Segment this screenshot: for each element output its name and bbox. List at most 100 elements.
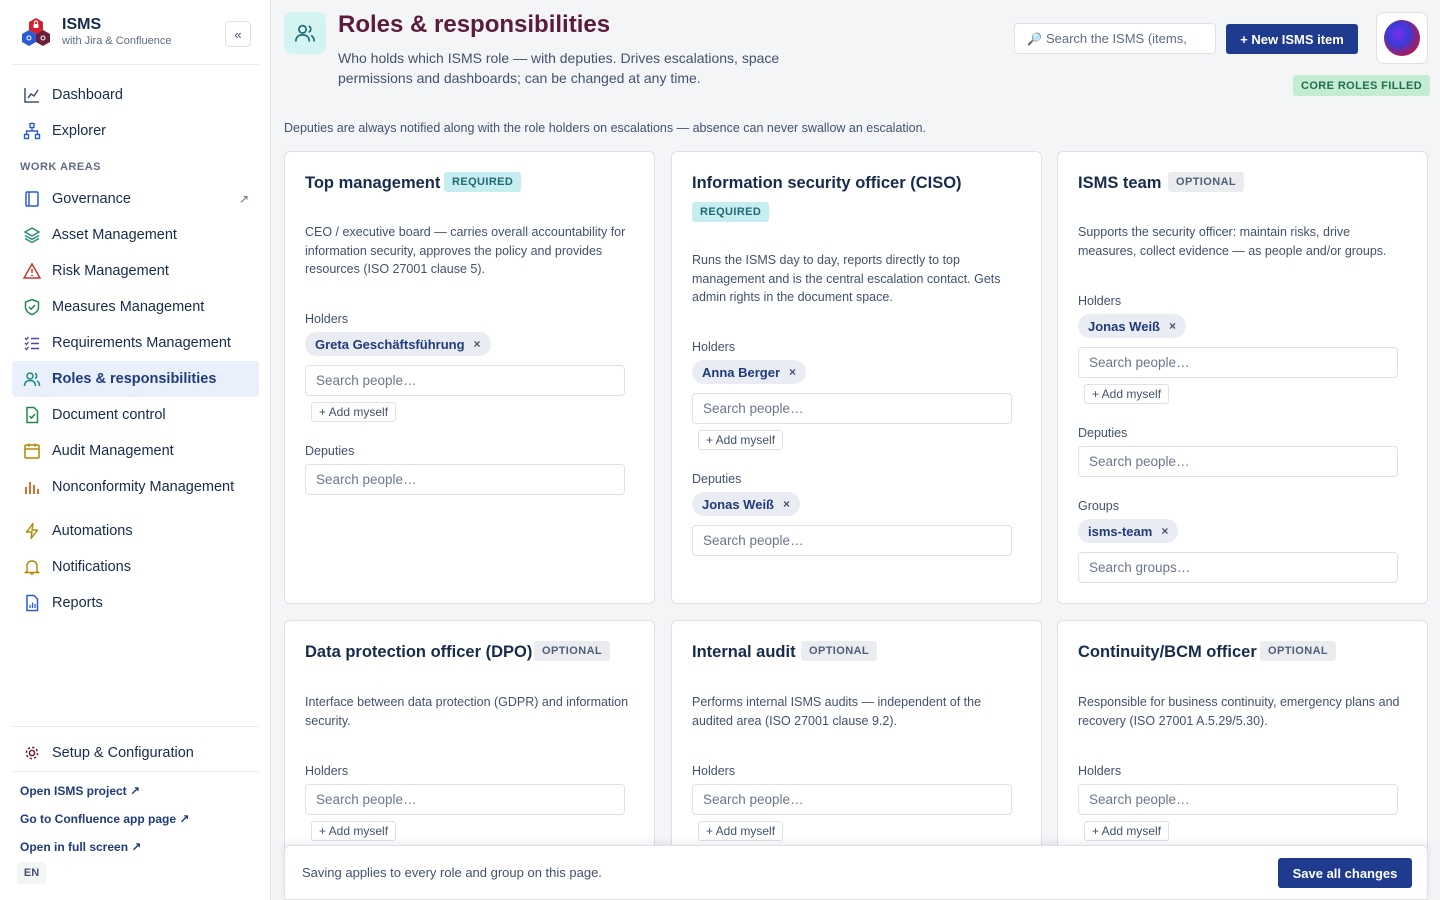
sidebar-item-governance[interactable]: Governance ↗ bbox=[12, 181, 259, 217]
brand[interactable]: ISMS with Jira & Confluence bbox=[20, 16, 171, 48]
remove-holder-button[interactable]: × bbox=[789, 365, 796, 379]
required-badge: REQUIRED bbox=[444, 172, 522, 192]
sidebar-item-label: Governance bbox=[52, 191, 131, 207]
sidebar-item-document-control[interactable]: Document control bbox=[12, 397, 259, 433]
deputies-label: Deputies bbox=[1078, 426, 1128, 440]
open-isms-project-link[interactable]: Open ISMS project ↗ bbox=[20, 784, 140, 798]
page-title: Roles & responsibilities bbox=[338, 11, 611, 38]
deputy-chip: Jonas Weiß × bbox=[692, 492, 801, 516]
search-placeholder: Search the ISMS (items, bbox=[1045, 31, 1187, 46]
role-title: Top management bbox=[305, 174, 441, 192]
role-title: Internal audit bbox=[692, 643, 796, 661]
holders-search-input[interactable]: Search people… bbox=[305, 365, 625, 396]
sidebar-item-reports[interactable]: Reports bbox=[12, 585, 259, 621]
holders-label: Holders bbox=[692, 340, 736, 354]
holder-chip: Jonas Weiß × bbox=[1078, 314, 1187, 338]
add-myself-button[interactable]: + Add myself bbox=[1084, 821, 1170, 841]
app-title: ISMS bbox=[62, 16, 102, 33]
sidebar-item-notifications[interactable]: Notifications bbox=[12, 549, 259, 585]
sidebar-item-label: Document control bbox=[52, 407, 166, 423]
deputies-search-input[interactable]: Search people… bbox=[1078, 446, 1398, 477]
users-icon bbox=[22, 369, 42, 389]
role-description: Interface between data protection (GDPR)… bbox=[305, 695, 629, 728]
holder-name: Greta Geschäftsführung bbox=[315, 336, 465, 352]
holders-search-input[interactable]: Search people… bbox=[692, 784, 1012, 815]
confluence-app-page-link[interactable]: Go to Confluence app page ↗ bbox=[20, 812, 189, 826]
holders-label: Holders bbox=[1078, 294, 1122, 308]
holder-chip: Anna Berger × bbox=[692, 360, 807, 384]
optional-badge: OPTIONAL bbox=[534, 641, 611, 661]
sidebar-item-setup-configuration[interactable]: Setup & Configuration bbox=[12, 735, 259, 771]
save-hint: Saving applies to every role and group o… bbox=[302, 865, 602, 880]
add-myself-button[interactable]: + Add myself bbox=[1084, 384, 1170, 404]
deputies-search-input[interactable]: Search people… bbox=[305, 464, 625, 495]
sidebar-item-label: Automations bbox=[52, 523, 133, 539]
group-chip: isms-team × bbox=[1078, 519, 1179, 543]
sidebar-item-explorer[interactable]: Explorer bbox=[12, 113, 259, 149]
add-myself-button[interactable]: + Add myself bbox=[698, 430, 784, 450]
divider bbox=[12, 726, 259, 727]
holder-name: Anna Berger bbox=[702, 364, 781, 380]
holders-label: Holders bbox=[305, 312, 349, 326]
warning-icon bbox=[22, 261, 42, 281]
sidebar-item-audit-management[interactable]: Audit Management bbox=[12, 433, 259, 469]
sidebar-item-automations[interactable]: Automations bbox=[12, 513, 259, 549]
holders-search-input[interactable]: Search people… bbox=[692, 393, 1012, 424]
role-title: ISMS team bbox=[1078, 174, 1162, 192]
groups-label: Groups bbox=[1078, 499, 1119, 513]
language-switch[interactable]: EN bbox=[17, 862, 46, 884]
remove-holder-button[interactable]: × bbox=[474, 337, 481, 351]
role-description: Supports the security officer: maintain … bbox=[1078, 225, 1387, 258]
sidebar: ISMS with Jira & Confluence « Dashboard … bbox=[0, 0, 271, 900]
role-card-isms-team: ISMS team OPTIONAL Supports the security… bbox=[1057, 151, 1428, 604]
remove-group-button[interactable]: × bbox=[1161, 524, 1168, 538]
sidebar-item-risk-management[interactable]: Risk Management bbox=[12, 253, 259, 289]
sidebar-item-label: Roles & responsibilities bbox=[52, 371, 217, 387]
user-avatar-button[interactable] bbox=[1376, 12, 1428, 64]
sidebar-item-dashboard[interactable]: Dashboard bbox=[12, 77, 259, 113]
holders-label: Holders bbox=[1078, 764, 1122, 778]
avatar bbox=[1384, 20, 1420, 56]
add-myself-button[interactable]: + Add myself bbox=[311, 402, 397, 422]
bar-chart-icon bbox=[22, 477, 42, 497]
role-title: Data protection officer (DPO) bbox=[305, 643, 533, 661]
holders-search-input[interactable]: Search people… bbox=[1078, 347, 1398, 378]
section-label-work-areas: WORK AREAS bbox=[20, 161, 101, 173]
holders-search-input[interactable]: Search people… bbox=[1078, 784, 1398, 815]
bell-icon bbox=[22, 557, 42, 577]
sidebar-item-nonconformity-management[interactable]: Nonconformity Management bbox=[12, 469, 259, 505]
sidebar-item-asset-management[interactable]: Asset Management bbox=[12, 217, 259, 253]
sidebar-item-label: Reports bbox=[52, 595, 103, 611]
role-title: Continuity/BCM officer bbox=[1078, 643, 1257, 661]
groups-search-input[interactable]: Search groups… bbox=[1078, 552, 1398, 583]
remove-holder-button[interactable]: × bbox=[1169, 319, 1176, 333]
remove-deputy-button[interactable]: × bbox=[783, 497, 790, 511]
sidebar-item-requirements-management[interactable]: Requirements Management bbox=[12, 325, 259, 361]
gear-icon bbox=[22, 743, 42, 763]
holders-search-input[interactable]: Search people… bbox=[305, 784, 625, 815]
isms-logo-icon bbox=[22, 18, 50, 46]
sidebar-item-measures-management[interactable]: Measures Management bbox=[12, 289, 259, 325]
save-bar: Saving applies to every role and group o… bbox=[284, 845, 1428, 900]
global-search-input[interactable]: 🔎 Search the ISMS (items, bbox=[1014, 23, 1216, 54]
add-myself-button[interactable]: + Add myself bbox=[698, 821, 784, 841]
sidebar-item-label: Setup & Configuration bbox=[52, 745, 194, 761]
sidebar-item-label: Risk Management bbox=[52, 263, 169, 279]
add-myself-button[interactable]: + Add myself bbox=[311, 821, 397, 841]
new-isms-item-button[interactable]: + New ISMS item bbox=[1226, 24, 1358, 54]
divider bbox=[12, 771, 259, 772]
collapse-sidebar-button[interactable]: « bbox=[225, 21, 251, 47]
full-screen-link[interactable]: Open in full screen ↗ bbox=[20, 840, 141, 854]
sidebar-item-roles-responsibilities[interactable]: Roles & responsibilities bbox=[12, 361, 259, 397]
role-card-top-management: Top management REQUIRED CEO / executive … bbox=[284, 151, 655, 604]
status-badge: CORE ROLES FILLED bbox=[1293, 75, 1431, 96]
role-description: Runs the ISMS day to day, reports direct… bbox=[692, 253, 1001, 304]
required-badge: REQUIRED bbox=[692, 202, 770, 222]
save-all-button[interactable]: Save all changes bbox=[1278, 858, 1412, 888]
hierarchy-icon bbox=[22, 121, 42, 141]
holder-name: Jonas Weiß bbox=[1088, 318, 1161, 334]
sidebar-item-label: Notifications bbox=[52, 559, 131, 575]
sidebar-item-label: Nonconformity Management bbox=[52, 479, 235, 495]
page-description: Who holds which ISMS role — with deputie… bbox=[338, 50, 780, 86]
deputies-search-input[interactable]: Search people… bbox=[692, 525, 1012, 556]
